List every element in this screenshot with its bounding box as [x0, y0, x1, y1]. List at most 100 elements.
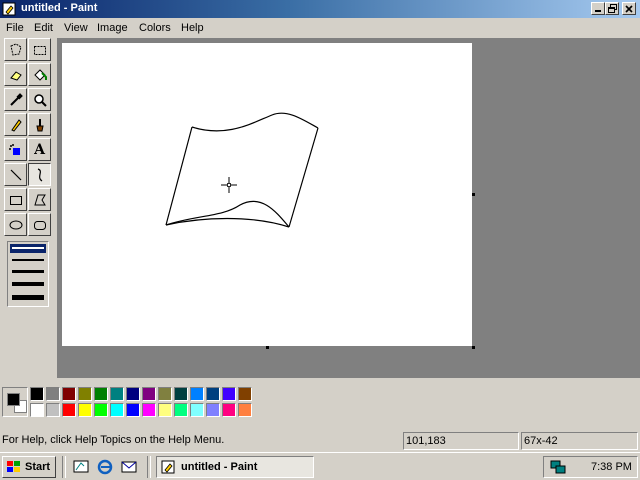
polygon-tool[interactable]: [28, 188, 51, 211]
pencil-icon: [10, 118, 22, 132]
start-button[interactable]: Start: [2, 456, 56, 478]
curve-icon: [37, 167, 42, 181]
fill-tool[interactable]: [28, 63, 51, 86]
polygon-icon: [33, 194, 46, 205]
taskbar-divider: [62, 456, 66, 478]
palette-swatch[interactable]: [46, 403, 60, 417]
drawn-line-right: [288, 127, 319, 228]
windows-logo-icon: [7, 461, 20, 472]
menu-file[interactable]: File: [6, 22, 24, 34]
palette-swatch[interactable]: [46, 387, 60, 401]
palette-swatch[interactable]: [94, 387, 108, 401]
palette-swatch[interactable]: [110, 403, 124, 417]
palette-swatch[interactable]: [142, 387, 156, 401]
menu-image[interactable]: Image: [97, 22, 128, 34]
palette-swatch[interactable]: [126, 403, 140, 417]
palette-swatch[interactable]: [190, 387, 204, 401]
system-tray: 7:38 PM: [543, 456, 638, 478]
status-help-text: For Help, click Help Topics on the Help …: [2, 434, 225, 446]
line-width-selector: [7, 241, 49, 307]
line-icon: [10, 169, 21, 180]
line-tool[interactable]: [4, 163, 27, 186]
clock[interactable]: 7:38 PM: [591, 461, 632, 473]
palette-swatch[interactable]: [190, 403, 204, 417]
pencil-tool[interactable]: [4, 113, 27, 136]
line-width-3[interactable]: [12, 270, 44, 273]
rectangle-icon: [9, 195, 22, 205]
menu-help[interactable]: Help: [181, 22, 204, 34]
palette-swatch[interactable]: [78, 403, 92, 417]
rectangle-tool[interactable]: [4, 188, 27, 211]
rounded-rectangle-tool[interactable]: [28, 213, 51, 236]
palette-swatch[interactable]: [62, 387, 76, 401]
ellipse-tool[interactable]: [4, 213, 27, 236]
palette-swatch[interactable]: [78, 387, 92, 401]
fill-bucket-icon: [33, 68, 47, 81]
text-tool[interactable]: A: [28, 138, 51, 161]
drawn-line-left: [165, 126, 193, 226]
brush-tool[interactable]: [28, 113, 51, 136]
palette-swatch[interactable]: [126, 387, 140, 401]
canvas-handle-top-right: [472, 41, 475, 44]
free-form-select-tool[interactable]: [4, 38, 27, 61]
line-width-1: [12, 247, 44, 249]
palette-swatch[interactable]: [30, 387, 44, 401]
foreground-color[interactable]: [7, 393, 20, 406]
current-colors: [2, 387, 28, 417]
menu-view[interactable]: View: [64, 22, 88, 34]
palette-swatch[interactable]: [158, 403, 172, 417]
palette-swatch[interactable]: [238, 387, 252, 401]
task-label: untitled - Paint: [181, 461, 258, 473]
drawing-canvas[interactable]: [62, 43, 472, 346]
palette-swatch[interactable]: [30, 403, 44, 417]
minimize-button[interactable]: [591, 2, 605, 15]
palette-swatch[interactable]: [174, 387, 188, 401]
window-title: untitled - Paint: [21, 2, 98, 14]
palette-swatch[interactable]: [206, 403, 220, 417]
outlook-express-icon[interactable]: [120, 458, 138, 476]
line-width-5[interactable]: [12, 295, 44, 300]
canvas-handle-bottom-left: [59, 346, 62, 349]
airbrush-tool[interactable]: [4, 138, 27, 161]
drawn-curve-bottom: [165, 200, 290, 228]
crosshair-cursor: [221, 177, 237, 193]
palette-swatch[interactable]: [222, 403, 236, 417]
magnifier-icon: [33, 93, 47, 107]
airbrush-icon: [8, 143, 20, 155]
ellipse-icon: [9, 220, 22, 229]
palette-swatch[interactable]: [174, 403, 188, 417]
canvas-resize-handle-right[interactable]: [472, 193, 475, 196]
rectangle-select-tool[interactable]: [28, 38, 51, 61]
canvas-resize-handle-corner[interactable]: [472, 346, 475, 349]
pick-color-tool[interactable]: [4, 88, 27, 111]
menu-colors[interactable]: Colors: [139, 22, 171, 34]
palette-swatch[interactable]: [158, 387, 172, 401]
line-width-4[interactable]: [12, 282, 44, 286]
palette-swatch[interactable]: [238, 403, 252, 417]
pick-color-icon: [9, 92, 23, 106]
palette-swatch[interactable]: [110, 387, 124, 401]
close-icon: [625, 4, 633, 13]
palette-swatch[interactable]: [206, 387, 220, 401]
taskbar-task-paint[interactable]: untitled - Paint: [156, 456, 314, 478]
palette-swatch[interactable]: [94, 403, 108, 417]
start-label: Start: [25, 461, 51, 473]
line-width-2[interactable]: [12, 259, 44, 261]
restore-button[interactable]: [605, 2, 619, 15]
paint-app-icon: [2, 2, 16, 16]
menu-edit[interactable]: Edit: [34, 22, 53, 34]
canvas-resize-handle-bottom[interactable]: [266, 346, 269, 349]
show-desktop-icon[interactable]: [72, 458, 90, 476]
drawing: [165, 112, 319, 228]
taskbar-divider-2: [147, 456, 151, 478]
palette-swatch[interactable]: [222, 387, 236, 401]
palette-swatch[interactable]: [62, 403, 76, 417]
internet-explorer-icon[interactable]: [96, 458, 114, 476]
palette-swatch[interactable]: [142, 403, 156, 417]
magnifier-tool[interactable]: [28, 88, 51, 111]
drawn-curve-top: [191, 112, 319, 132]
curve-tool[interactable]: [28, 163, 51, 186]
eraser-tool[interactable]: [4, 63, 27, 86]
close-button[interactable]: [622, 2, 636, 15]
network-icon[interactable]: [549, 459, 567, 475]
